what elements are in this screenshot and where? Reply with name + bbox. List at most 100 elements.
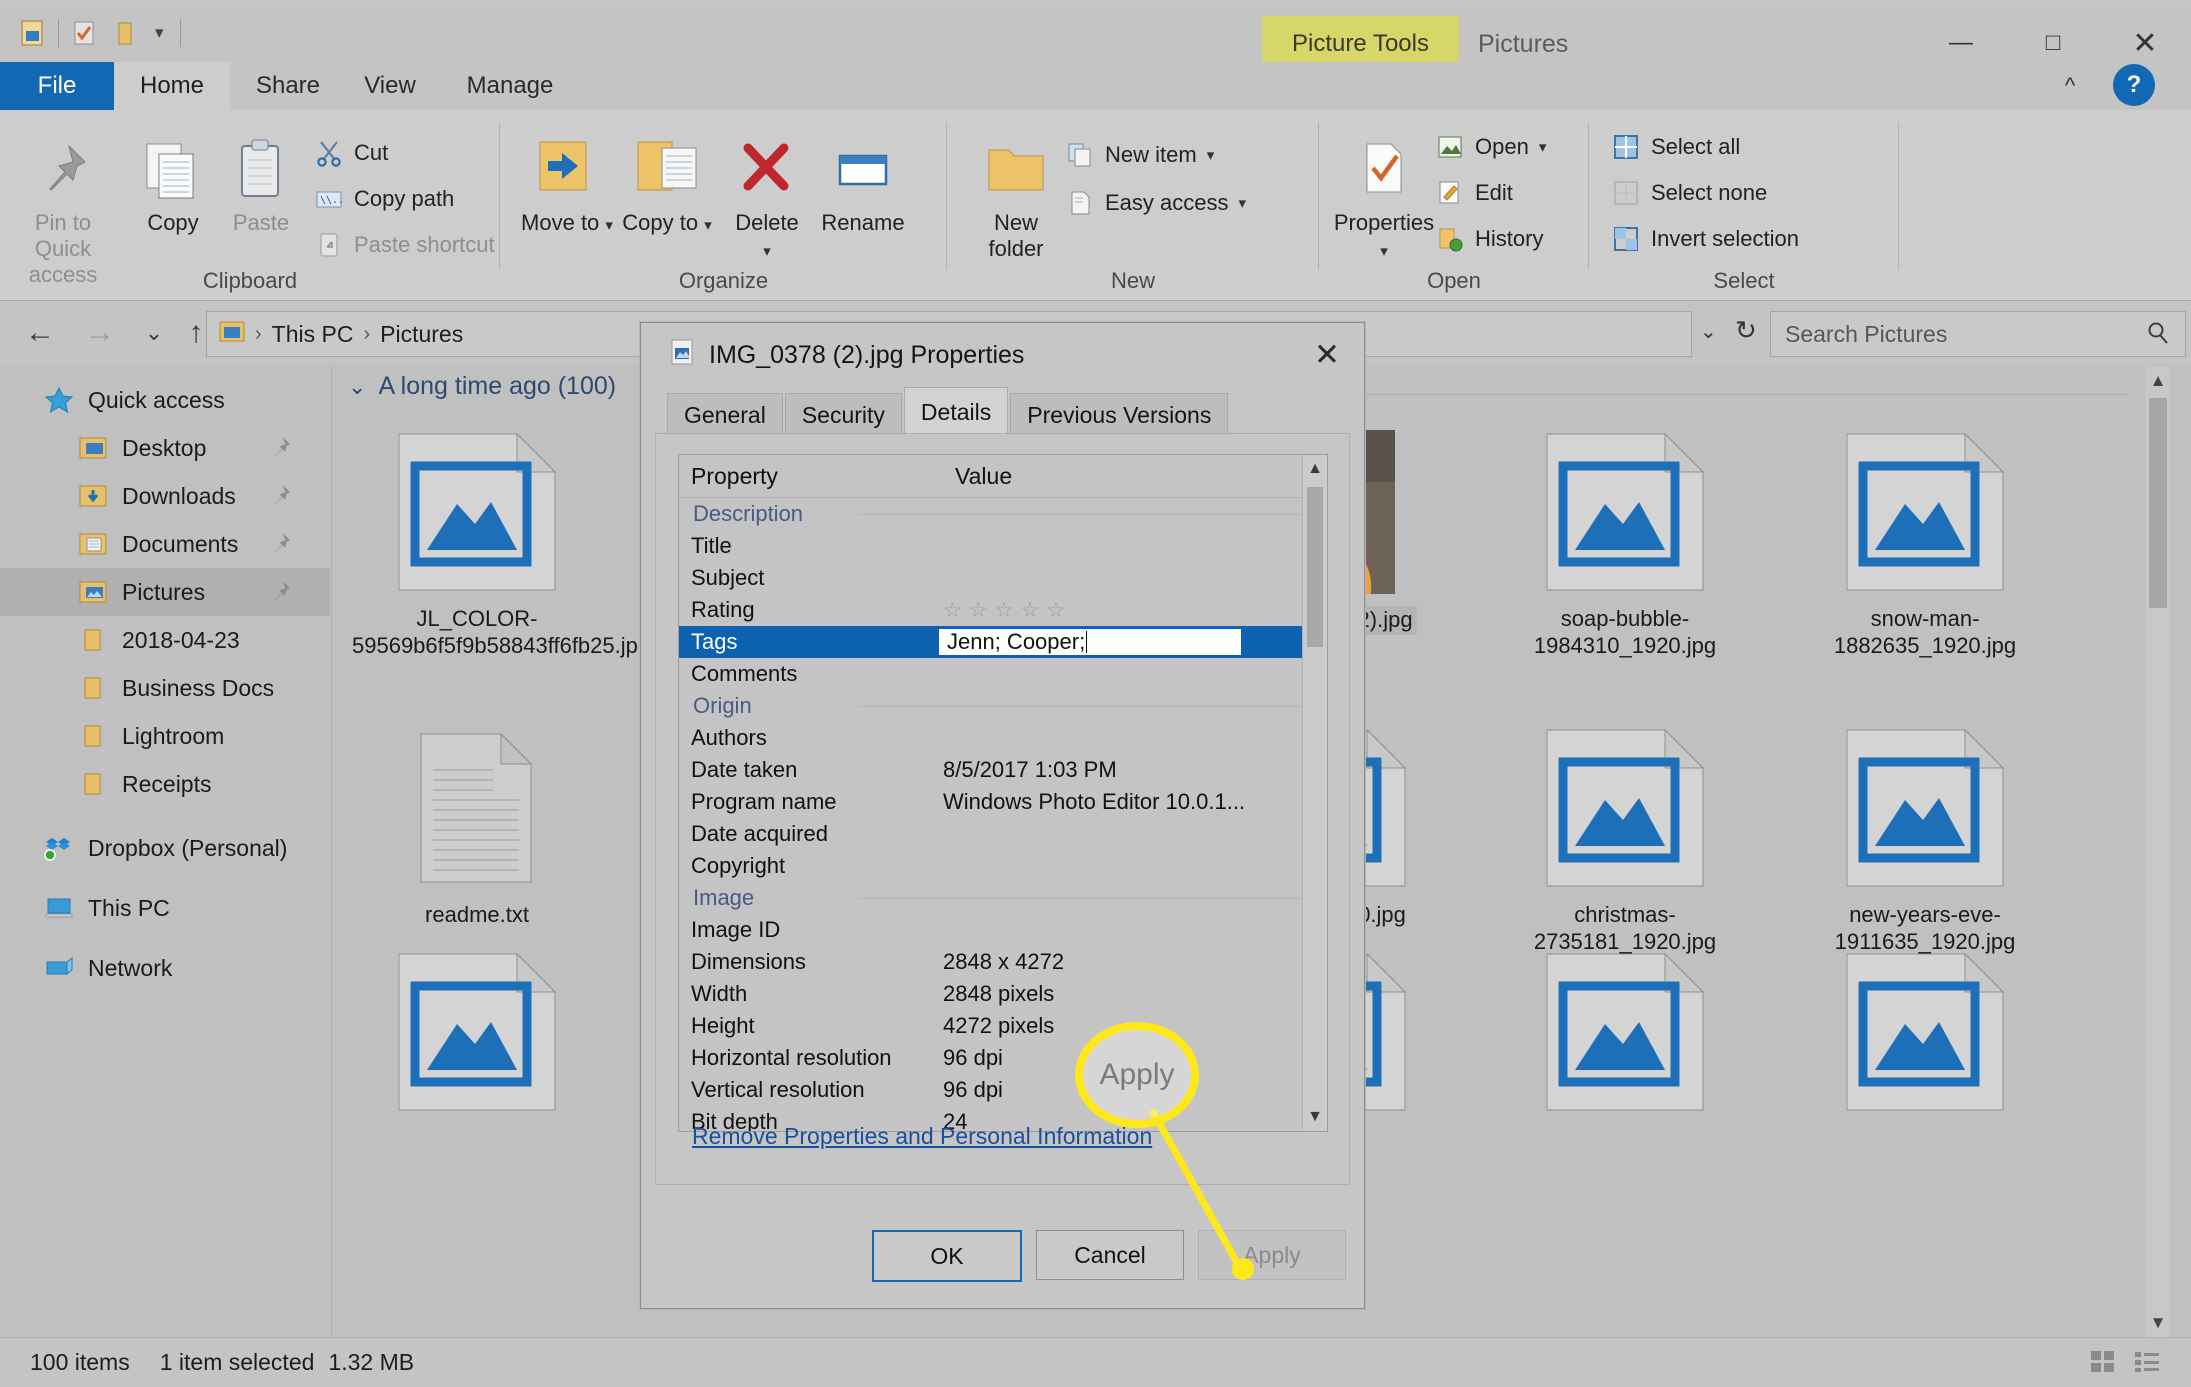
help-icon[interactable]: ? bbox=[2113, 64, 2155, 106]
properties-table[interactable]: Property Value Description Title Subject… bbox=[678, 454, 1328, 1132]
group-header[interactable]: ⌄ A long time ago (100) bbox=[348, 372, 2128, 401]
table-row[interactable]: Authors bbox=[679, 722, 1327, 754]
star-icon[interactable]: ☆ bbox=[943, 598, 962, 623]
sidebar-item-downloads[interactable]: Downloads bbox=[0, 472, 330, 520]
breadcrumb-item-this-pc[interactable]: This PC bbox=[272, 321, 354, 348]
cut-button[interactable]: Cut bbox=[314, 138, 388, 168]
copy-path-button[interactable]: \\.. Copy path bbox=[314, 184, 454, 214]
pin-icon[interactable] bbox=[270, 531, 292, 559]
search-input[interactable]: Search Pictures bbox=[1770, 311, 2186, 357]
sidebar-item-business-docs[interactable]: Business Docs bbox=[0, 664, 330, 712]
tab-file[interactable]: File bbox=[0, 62, 114, 110]
sidebar-item-desktop[interactable]: Desktop bbox=[0, 424, 330, 472]
table-row[interactable]: Date taken 8/5/2017 1:03 PM bbox=[679, 754, 1327, 786]
pin-to-quick-access-button[interactable]: Pin to Quick access bbox=[8, 124, 118, 288]
properties-scrollbar[interactable]: ▲ ▼ bbox=[1302, 455, 1327, 1131]
properties-caret-icon[interactable]: ▾ bbox=[1380, 243, 1388, 260]
back-button[interactable]: ← bbox=[18, 313, 62, 353]
large-icons-view-icon[interactable] bbox=[2089, 1348, 2117, 1380]
file-item[interactable] bbox=[1800, 948, 2050, 1116]
qat-folder-icon[interactable] bbox=[109, 18, 139, 48]
tab-details[interactable]: Details bbox=[903, 387, 1009, 436]
new-folder-button[interactable]: New folder bbox=[961, 124, 1071, 262]
paste-shortcut-button[interactable]: Paste shortcut bbox=[314, 230, 495, 260]
star-icon[interactable]: ☆ bbox=[1020, 598, 1039, 623]
tab-security[interactable]: Security bbox=[784, 393, 902, 436]
sidebar-item-lightroom[interactable]: Lightroom bbox=[0, 712, 330, 760]
file-item[interactable]: JL_COLOR-59569b6f5f9b58843ff6fb25.jpg bbox=[352, 428, 650, 660]
scroll-down-icon[interactable]: ▼ bbox=[1303, 1103, 1327, 1131]
sidebar-item-quick-access[interactable]: Quick access bbox=[0, 376, 330, 424]
table-row[interactable]: Horizontal resolution 96 dpi bbox=[679, 1042, 1327, 1074]
qat-manage-check-icon[interactable] bbox=[69, 18, 99, 48]
star-icon[interactable]: ☆ bbox=[969, 598, 988, 623]
file-item[interactable]: new-years-eve-1911635_1920.jpg bbox=[1800, 724, 2050, 956]
sidebar-item-2018-04-23[interactable]: 2018-04-23 bbox=[0, 616, 330, 664]
tab-share[interactable]: Share bbox=[236, 62, 340, 110]
forward-button[interactable]: → bbox=[78, 313, 122, 353]
scrollbar-thumb[interactable] bbox=[1307, 487, 1323, 647]
qat-properties-icon[interactable] bbox=[18, 18, 48, 48]
table-row[interactable]: Subject bbox=[679, 562, 1327, 594]
table-row-tags[interactable]: Tags Jenn; Cooper; bbox=[679, 626, 1327, 658]
details-view-icon[interactable] bbox=[2133, 1348, 2161, 1380]
file-item[interactable]: soap-bubble-1984310_1920.jpg bbox=[1500, 428, 1750, 660]
qat-customize-caret-icon[interactable]: ▾ bbox=[149, 23, 170, 43]
easy-access-button[interactable]: Easy access ▾ bbox=[1065, 188, 1246, 218]
sidebar-item-dropbox[interactable]: Dropbox (Personal) bbox=[0, 824, 330, 872]
dialog-close-button[interactable]: ✕ bbox=[1290, 323, 1364, 387]
table-row[interactable]: Copyright bbox=[679, 850, 1327, 882]
tab-previous-versions[interactable]: Previous Versions bbox=[1010, 393, 1229, 436]
paste-button[interactable]: Paste bbox=[206, 124, 316, 236]
copy-to-button[interactable]: Copy to ▾ bbox=[612, 124, 722, 236]
cancel-button[interactable]: Cancel bbox=[1036, 1230, 1184, 1280]
scroll-up-icon[interactable]: ▲ bbox=[1303, 455, 1327, 483]
sidebar-item-network[interactable]: Network bbox=[0, 944, 330, 992]
tab-manage[interactable]: Manage bbox=[440, 62, 580, 110]
content-scrollbar[interactable]: ▲ ▼ bbox=[2146, 366, 2170, 1338]
file-item[interactable]: christmas-2735181_1920.jpg bbox=[1500, 724, 1750, 956]
search-icon[interactable] bbox=[2145, 320, 2171, 353]
tags-input[interactable]: Jenn; Cooper; bbox=[937, 627, 1243, 657]
table-row[interactable]: Dimensions 2848 x 4272 bbox=[679, 946, 1327, 978]
scrollbar-thumb[interactable] bbox=[2149, 398, 2167, 608]
delete-button[interactable]: Delete ▾ bbox=[712, 124, 822, 262]
address-dropdown-caret-icon[interactable]: ⌄ bbox=[1700, 319, 1717, 344]
table-row[interactable]: Height 4272 pixels bbox=[679, 1010, 1327, 1042]
tab-home[interactable]: Home bbox=[114, 62, 230, 110]
scroll-up-icon[interactable]: ▲ bbox=[2146, 366, 2170, 396]
ribbon-collapse-icon[interactable]: ^ bbox=[2047, 62, 2093, 110]
refresh-icon[interactable]: ↻ bbox=[1735, 315, 1757, 346]
table-row[interactable]: Image ID bbox=[679, 914, 1327, 946]
open-caret-icon[interactable]: ▾ bbox=[1539, 138, 1547, 156]
select-none-button[interactable]: Select none bbox=[1611, 178, 1767, 208]
table-row[interactable]: Width 2848 pixels bbox=[679, 978, 1327, 1010]
pin-icon[interactable] bbox=[270, 435, 292, 463]
recent-locations-caret-icon[interactable]: ⌄ bbox=[132, 313, 176, 353]
sidebar-item-receipts[interactable]: Receipts bbox=[0, 760, 330, 808]
delete-caret-icon[interactable]: ▾ bbox=[763, 243, 771, 260]
table-row[interactable]: Date acquired bbox=[679, 818, 1327, 850]
rating-stars[interactable]: ☆ ☆ ☆ ☆ ☆ bbox=[943, 598, 1065, 623]
table-row[interactable]: Title bbox=[679, 530, 1327, 562]
sidebar-item-documents[interactable]: Documents bbox=[0, 520, 330, 568]
select-all-button[interactable]: Select all bbox=[1611, 132, 1740, 162]
tab-general[interactable]: General bbox=[667, 393, 783, 436]
pin-icon[interactable] bbox=[270, 579, 292, 607]
rename-button[interactable]: Rename bbox=[808, 124, 918, 236]
group-collapse-caret-icon[interactable]: ⌄ bbox=[348, 374, 366, 400]
open-button[interactable]: Open ▾ bbox=[1435, 132, 1546, 162]
easy-access-caret-icon[interactable]: ▾ bbox=[1239, 194, 1247, 212]
sidebar-item-this-pc[interactable]: This PC bbox=[0, 884, 330, 932]
new-item-caret-icon[interactable]: ▾ bbox=[1207, 146, 1215, 164]
sidebar-item-pictures[interactable]: Pictures bbox=[0, 568, 330, 616]
history-button[interactable]: History bbox=[1435, 224, 1543, 254]
scroll-down-icon[interactable]: ▼ bbox=[2146, 1308, 2170, 1338]
file-item[interactable]: snow-man-1882635_1920.jpg bbox=[1800, 428, 2050, 660]
breadcrumb-item-pictures[interactable]: Pictures bbox=[380, 321, 463, 348]
ok-button[interactable]: OK bbox=[872, 1230, 1022, 1282]
table-row[interactable]: Vertical resolution 96 dpi bbox=[679, 1074, 1327, 1106]
properties-button[interactable]: Properties ▾ bbox=[1329, 124, 1439, 262]
copy-to-caret-icon[interactable]: ▾ bbox=[704, 217, 712, 234]
invert-selection-button[interactable]: Invert selection bbox=[1611, 224, 1799, 254]
